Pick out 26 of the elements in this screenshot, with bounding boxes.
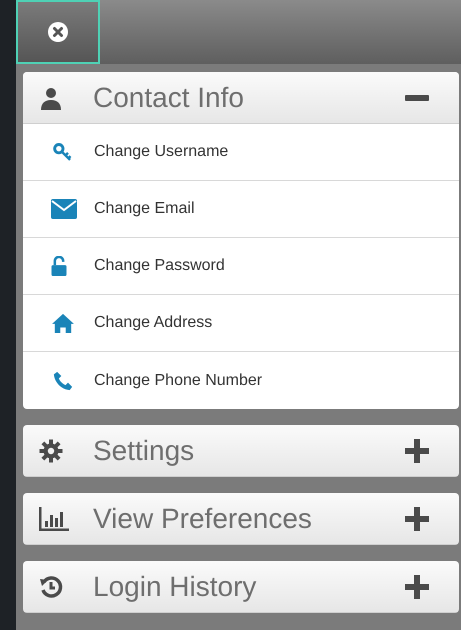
envelope-icon [51,199,77,219]
section-title: Settings [93,434,196,468]
expand-icon [405,438,429,462]
accordion-header[interactable]: Contact Info [23,72,459,124]
unlocked-padlock-icon [51,256,67,276]
section-title: Contact Info [93,80,245,114]
menu-item[interactable]: Change Email [23,181,459,238]
menu-item[interactable]: Change Username [23,124,459,181]
menu-item[interactable]: Change Password [23,238,459,295]
collapse-icon [405,94,429,100]
close-button[interactable] [16,0,100,64]
house-icon [51,313,75,333]
menu-item[interactable]: Change Address [23,295,459,352]
accordion-header[interactable]: Login History [23,561,459,613]
close-icon [47,21,69,43]
expand-icon [405,574,429,598]
phone-icon [51,370,75,390]
person-icon [39,86,63,110]
section-title: View Preferences [93,502,313,536]
history-icon [39,574,63,598]
accordion-header[interactable]: Settings [23,425,459,477]
bar-chart-icon [39,506,69,530]
accordion-header[interactable]: View Preferences [23,493,459,545]
menu-item[interactable]: Change Phone Number [23,352,459,409]
expand-icon [405,506,429,530]
section-title: Login History [93,570,258,604]
